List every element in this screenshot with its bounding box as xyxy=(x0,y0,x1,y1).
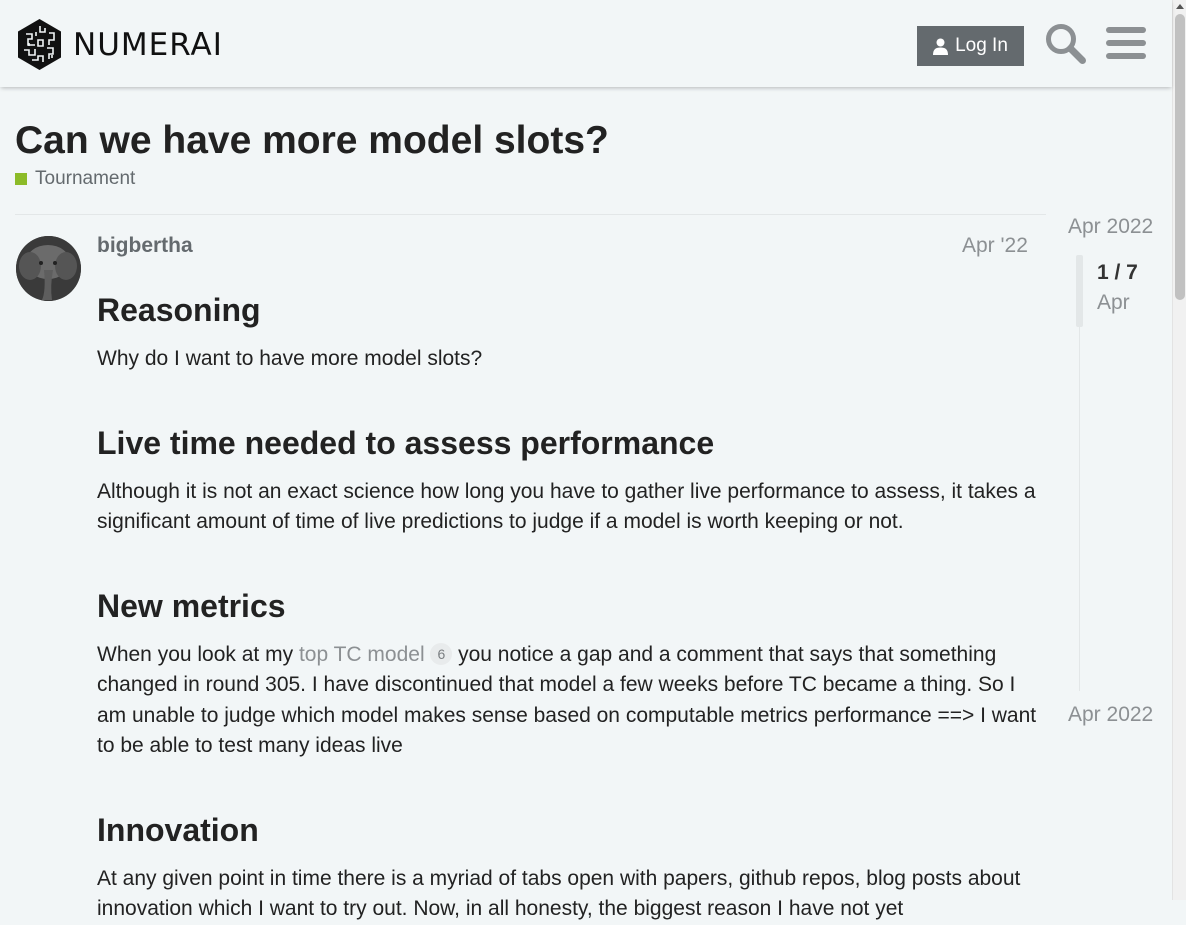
section-heading: Live time needed to assess performance xyxy=(97,424,715,461)
scroll-up-arrow-icon[interactable] xyxy=(1176,4,1184,9)
timeline-start-date[interactable]: Apr 2022 xyxy=(1068,215,1153,239)
timeline-current-month: Apr xyxy=(1097,291,1130,314)
timeline-end-date[interactable]: Apr 2022 xyxy=(1068,703,1153,727)
search-icon[interactable] xyxy=(1044,22,1086,64)
section-heading: New metrics xyxy=(97,587,286,624)
site-logo[interactable]: NUMERAI xyxy=(16,18,223,71)
brand-name: NUMERAI xyxy=(73,26,223,63)
category-badge[interactable]: Tournament xyxy=(15,168,135,190)
section-paragraph: When you look at my top TC model 6 you n… xyxy=(97,640,1037,762)
page-scrollbar[interactable] xyxy=(1172,0,1186,900)
section-heading: Innovation xyxy=(97,811,259,848)
section-heading: Reasoning xyxy=(97,292,261,328)
scroll-thumb[interactable] xyxy=(1175,14,1185,300)
avatar[interactable] xyxy=(16,236,81,301)
login-label: Log In xyxy=(955,35,1008,56)
elephant-avatar-icon xyxy=(16,236,81,301)
hamburger-menu-icon[interactable] xyxy=(1106,25,1146,61)
timeline-scroll-handle[interactable] xyxy=(1076,255,1083,327)
paragraph-text: When you look at my xyxy=(97,642,294,666)
user-icon xyxy=(933,38,949,55)
top-tc-model-link[interactable]: top TC model xyxy=(299,643,425,666)
link-click-count-badge: 6 xyxy=(430,642,453,665)
site-header: NUMERAI Log In xyxy=(0,0,1172,87)
section-paragraph: At any given point in time there is a my… xyxy=(97,866,1021,921)
section-paragraph: Although it is not an exact science how … xyxy=(97,479,1036,534)
category-label: Tournament xyxy=(35,168,136,189)
topic-title[interactable]: Can we have more model slots? xyxy=(15,119,609,163)
post-date[interactable]: Apr '22 xyxy=(962,234,1028,258)
title-divider xyxy=(15,214,1046,215)
timeline-post-position: 1 / 7 xyxy=(1097,261,1138,284)
login-button[interactable]: Log In xyxy=(917,26,1024,66)
post-body: Reasoning Why do I want to have more mod… xyxy=(97,290,1037,925)
numerai-logo-icon xyxy=(18,19,61,70)
category-color-square xyxy=(15,173,27,185)
section-paragraph: Why do I want to have more model slots? xyxy=(97,347,483,370)
post-author-username[interactable]: bigbertha xyxy=(97,234,193,258)
